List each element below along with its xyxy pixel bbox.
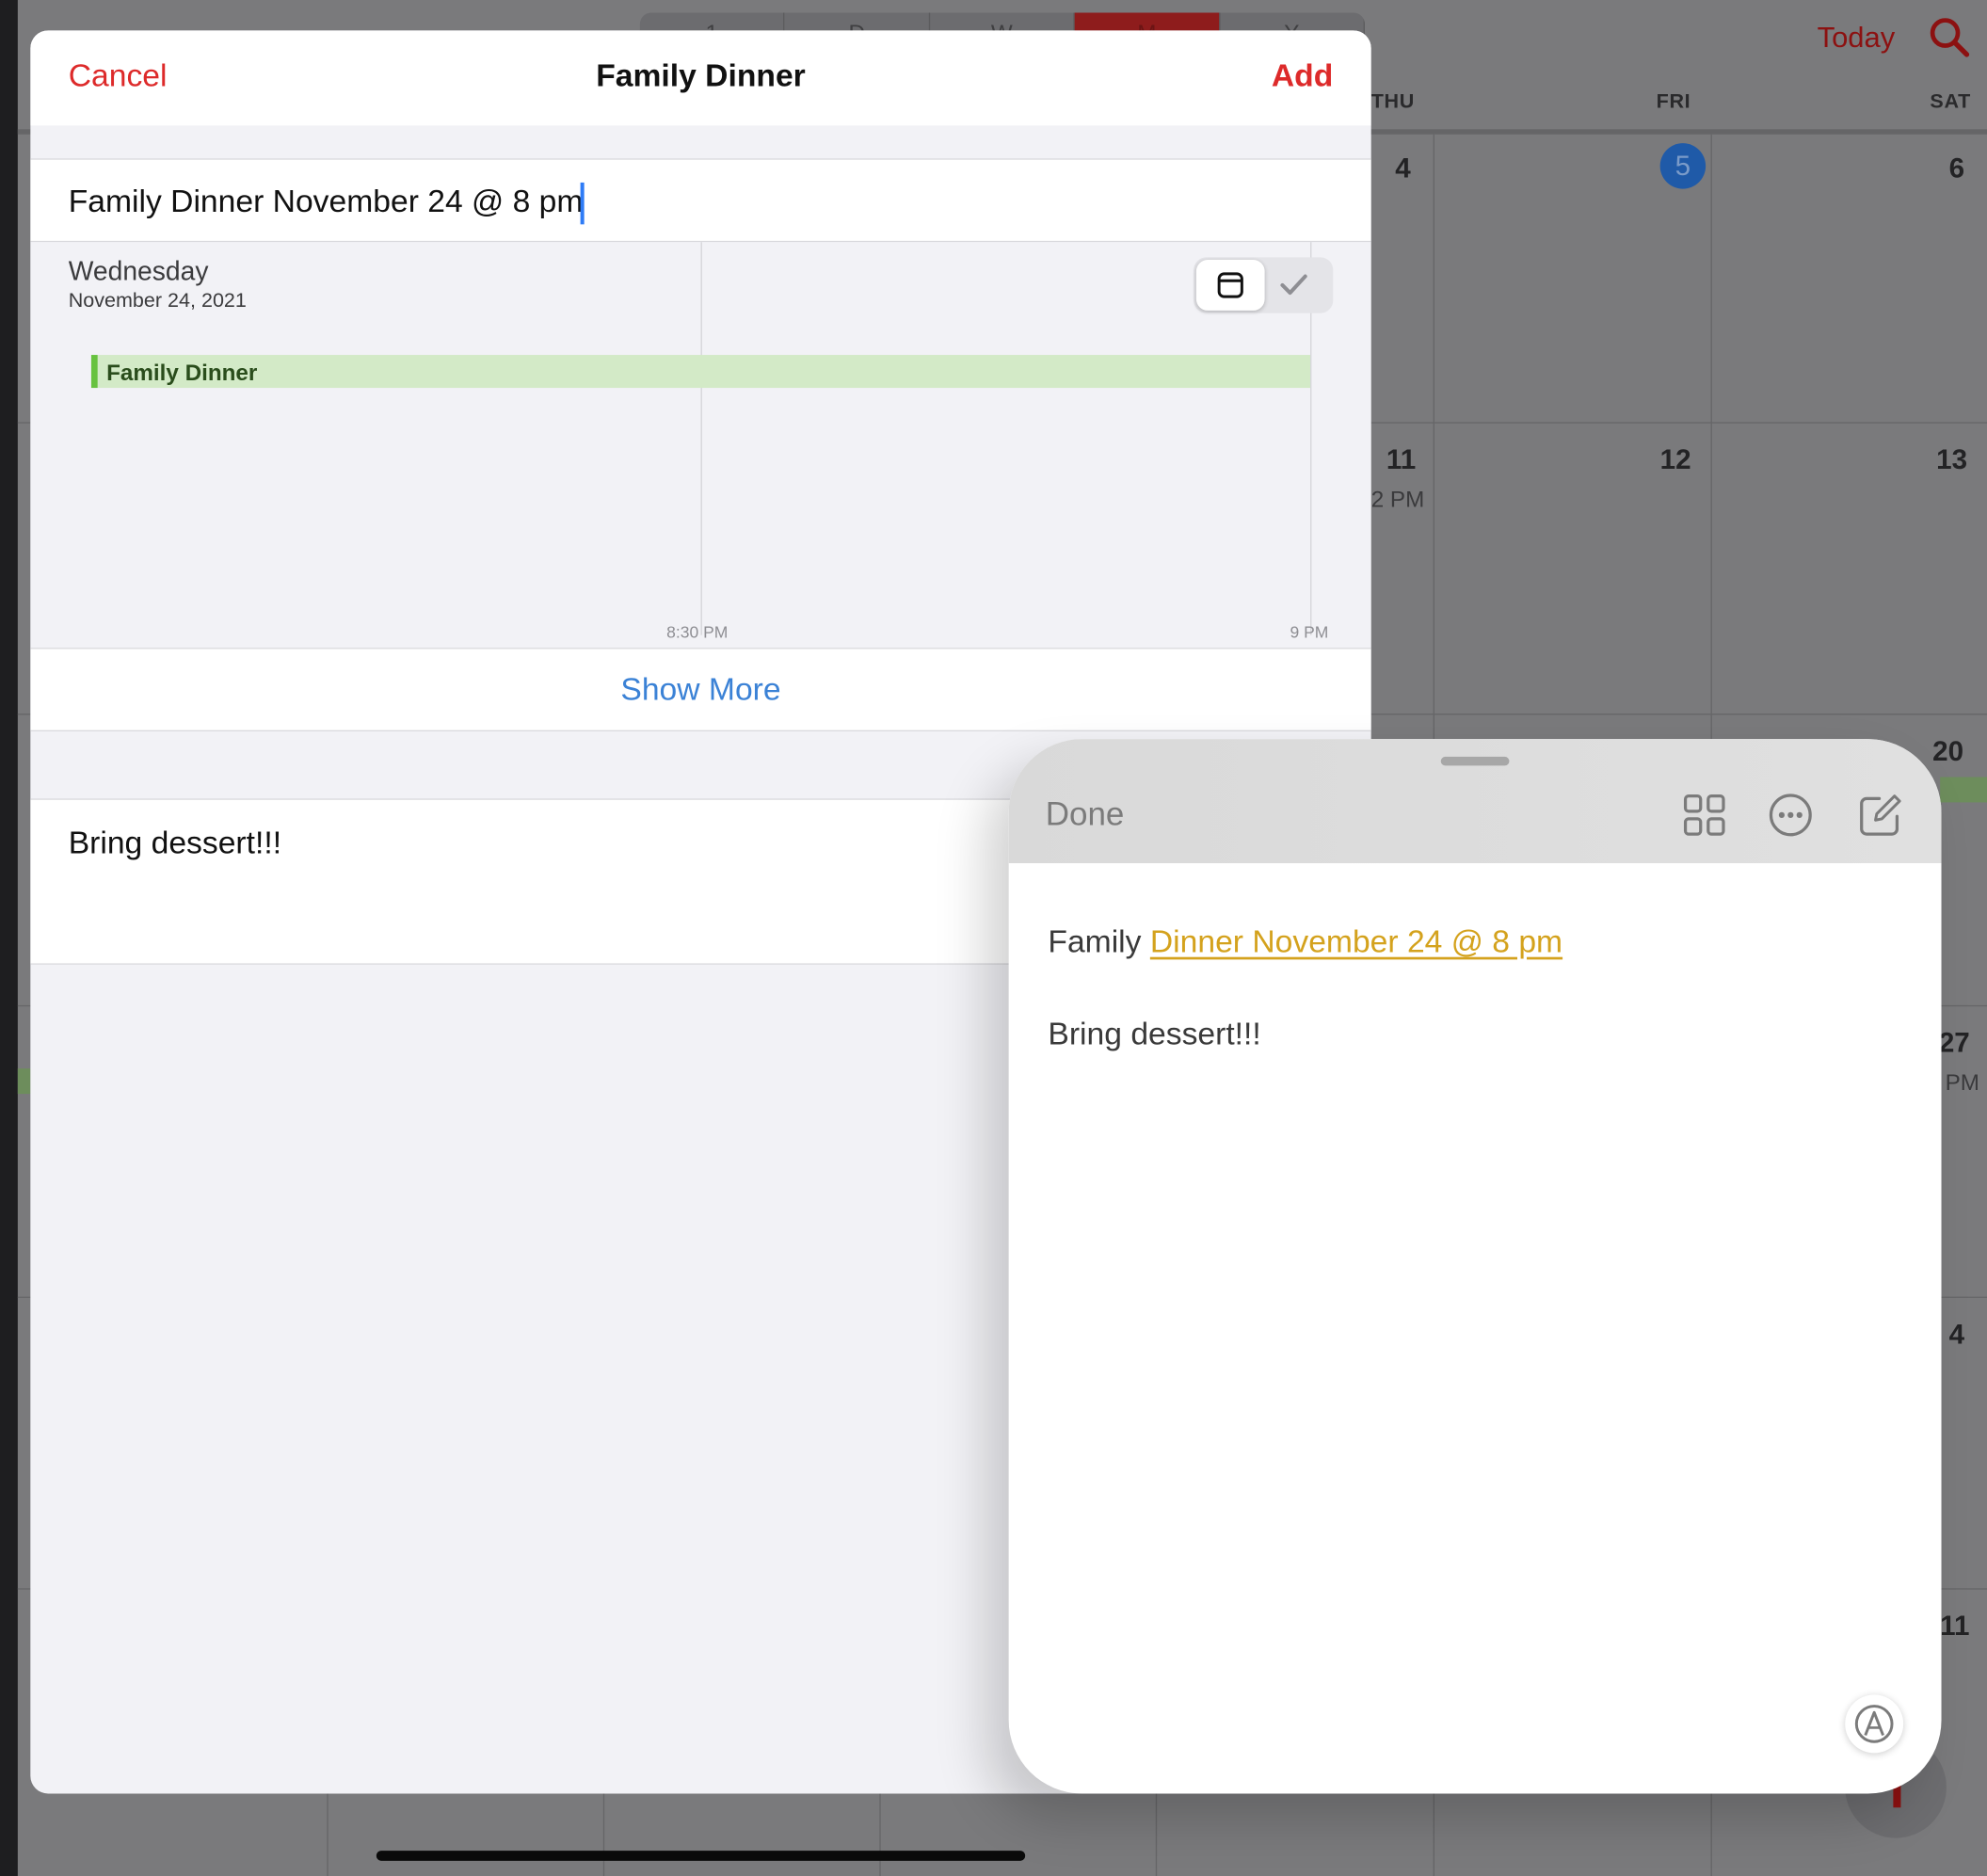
day-number[interactable]: 11 — [1940, 1610, 1969, 1643]
calendar-icon — [1217, 272, 1243, 298]
note-plain-text: Family — [1048, 923, 1150, 960]
day-number[interactable]: 13 — [1936, 443, 1967, 476]
day-number[interactable]: 27 — [1939, 1027, 1970, 1060]
sheet-title: Family Dinner — [596, 57, 806, 94]
markup-button[interactable] — [1845, 1694, 1904, 1754]
note-line-2[interactable]: Bring dessert!!! — [1048, 1017, 1260, 1053]
markup-icon — [1854, 1705, 1894, 1743]
quick-note-panel: Done Family Dinner November 24 @ 8 pm Br… — [1008, 739, 1942, 1794]
event-time: 2 PM — [1370, 487, 1425, 513]
event-bar[interactable] — [1940, 777, 1987, 803]
day-number[interactable]: 6 — [1949, 152, 1964, 185]
screen: 1 D W M Y Today THU FRI SAT 4 5 6 11 2 P… — [0, 0, 1987, 1876]
day-name: Wednesday — [68, 257, 209, 287]
weekday-fri: FRI — [1656, 90, 1691, 113]
note-line-1[interactable]: Family Dinner November 24 @ 8 pm — [1048, 924, 1562, 961]
compose-icon[interactable] — [1858, 793, 1903, 838]
weekday-sat: SAT — [1930, 90, 1971, 113]
event-preview-label: Family Dinner — [106, 360, 258, 386]
show-more-button[interactable]: Show More — [30, 648, 1371, 731]
day-number[interactable]: 4 — [1949, 1318, 1964, 1351]
sheet-nav-bar: Cancel Family Dinner Add — [30, 30, 1371, 126]
notes-text: Bring dessert!!! — [68, 825, 282, 861]
day-preview: Wednesday November 24, 2021 Family Dinne… — [30, 242, 1371, 649]
sidebar-edge — [0, 0, 18, 1876]
event-title-row — [30, 158, 1371, 244]
today-button[interactable]: Today — [1818, 21, 1896, 55]
more-icon[interactable] — [1768, 793, 1813, 838]
event-time: PM — [1945, 1069, 1979, 1096]
text-cursor — [580, 182, 585, 225]
today-day-number[interactable]: 5 — [1659, 143, 1707, 189]
weekday-thu: THU — [1370, 90, 1415, 113]
time-label: 9 PM — [1290, 622, 1329, 642]
drag-handle[interactable] — [1440, 756, 1510, 766]
day-number[interactable]: 4 — [1395, 152, 1410, 185]
checkmark-icon[interactable] — [1280, 273, 1308, 298]
done-button[interactable]: Done — [1046, 794, 1125, 834]
quick-note-toolbar: Done — [1008, 739, 1942, 864]
event-bar[interactable] — [17, 1068, 31, 1095]
day-date: November 24, 2021 — [68, 290, 247, 313]
note-date-link[interactable]: Dinner November 24 @ 8 pm — [1150, 924, 1562, 960]
time-label: 8:30 PM — [666, 622, 729, 642]
day-number[interactable]: 12 — [1660, 443, 1691, 476]
time-gridline — [700, 242, 702, 635]
toggle-selected-segment[interactable] — [1195, 260, 1265, 311]
day-number[interactable]: 11 — [1386, 443, 1416, 476]
add-button[interactable]: Add — [1272, 58, 1333, 95]
grid-icon[interactable] — [1682, 793, 1727, 838]
event-preview-bar[interactable]: Family Dinner — [90, 355, 1311, 389]
event-title-input[interactable] — [68, 159, 1311, 244]
view-toggle[interactable] — [1194, 257, 1334, 313]
home-indicator[interactable] — [376, 1851, 1026, 1861]
search-icon[interactable] — [1928, 15, 1971, 58]
